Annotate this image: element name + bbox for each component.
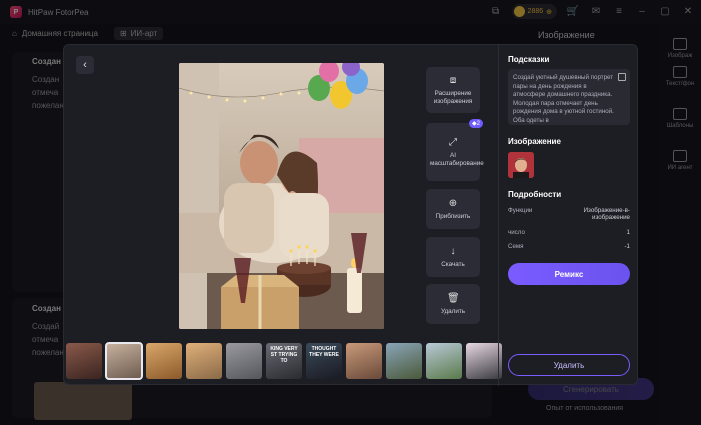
- thumbnail[interactable]: THOUGHT THEY WERE: [306, 343, 342, 379]
- chevron-left-icon: ‹: [83, 59, 87, 71]
- tool-label: Приблизить: [435, 212, 471, 220]
- trash-icon: 🗑: [447, 292, 460, 304]
- thumbnail[interactable]: [146, 343, 182, 379]
- expand-image-button[interactable]: ⧈ Расширение изображения: [426, 67, 480, 113]
- image-viewer-modal: ‹ ⧈ Расширение изображения ◆2 ⤢ AI масшт…: [63, 44, 638, 386]
- detail-value: Изображение-в-изображение: [583, 207, 630, 221]
- delete-button[interactable]: Удалить: [508, 354, 630, 376]
- tool-label: AI масштабирование: [430, 151, 484, 167]
- thumbnail-selected[interactable]: [105, 342, 143, 380]
- ai-upscale-button[interactable]: ◆2 ⤢ AI масштабирование: [426, 119, 484, 181]
- delete-tool-button[interactable]: 🗑 Удалить: [426, 284, 480, 324]
- hints-title: Подсказки: [508, 55, 550, 64]
- tool-label: Скачать: [441, 260, 465, 268]
- prompt-text-box[interactable]: Создай уютный душевный портрет пары на д…: [508, 69, 630, 125]
- back-button[interactable]: ‹: [76, 56, 94, 74]
- detail-key: число: [508, 229, 525, 236]
- detail-key: Семя: [508, 243, 524, 250]
- detail-value: 1: [626, 229, 630, 236]
- thumbnail-caption: THOUGHT THEY WERE: [309, 346, 339, 358]
- reference-image[interactable]: [508, 152, 534, 178]
- remix-label: Ремикс: [554, 269, 584, 279]
- remix-button[interactable]: Ремикс: [508, 263, 630, 285]
- tool-label: Расширение изображения: [433, 89, 473, 105]
- thumbnail[interactable]: [186, 343, 222, 379]
- tool-label: Удалить: [440, 307, 466, 315]
- thumbnail-caption: KING VERY ST TRYING TO: [270, 346, 298, 364]
- thumbnail[interactable]: KING VERY ST TRYING TO: [266, 343, 302, 379]
- main-image: [179, 63, 384, 329]
- birthday-couple-photo: [179, 63, 384, 329]
- detail-value: -1: [624, 243, 630, 250]
- prompt-text: Создай уютный душевный портрет пары на д…: [513, 74, 614, 124]
- detail-row-function: Функции Изображение-в-изображение: [508, 207, 630, 221]
- delete-label: Удалить: [553, 360, 585, 370]
- details-panel: Подсказки Создай уютный душевный портрет…: [508, 45, 633, 386]
- download-button[interactable]: ↓ Скачать: [426, 237, 480, 277]
- detail-row-count: число 1: [508, 229, 630, 236]
- upscale-icon: ⤢: [449, 136, 457, 148]
- thumbnail[interactable]: [346, 343, 382, 379]
- detail-row-seed: Семя -1: [508, 243, 630, 250]
- zoom-in-icon: ⊕: [448, 197, 458, 209]
- thumbnail[interactable]: [226, 343, 262, 379]
- thumbnail[interactable]: [466, 343, 502, 379]
- panel-divider: [498, 45, 499, 386]
- thumbnail[interactable]: [66, 343, 102, 379]
- copy-prompt-icon[interactable]: [618, 73, 626, 81]
- thumbnail[interactable]: [426, 343, 462, 379]
- thumbnail-strip: KING VERY ST TRYING TO THOUGHT THEY WERE: [66, 342, 502, 380]
- details-title: Подробности: [508, 190, 562, 199]
- upscale-badge: ◆2: [469, 119, 483, 128]
- thumbnail[interactable]: [386, 343, 422, 379]
- expand-icon: ⧈: [449, 74, 457, 86]
- download-icon: ↓: [450, 245, 456, 257]
- image-title: Изображение: [508, 137, 561, 146]
- detail-key: Функции: [508, 207, 533, 214]
- reference-portrait: [508, 152, 534, 178]
- app-window: P HitPaw FotorPea ⧉ 2886 ⊕ 🛒 ✉ ≡ – ▢ ✕ ⌂…: [0, 0, 701, 425]
- zoom-in-button[interactable]: ⊕ Приблизить: [426, 189, 480, 229]
